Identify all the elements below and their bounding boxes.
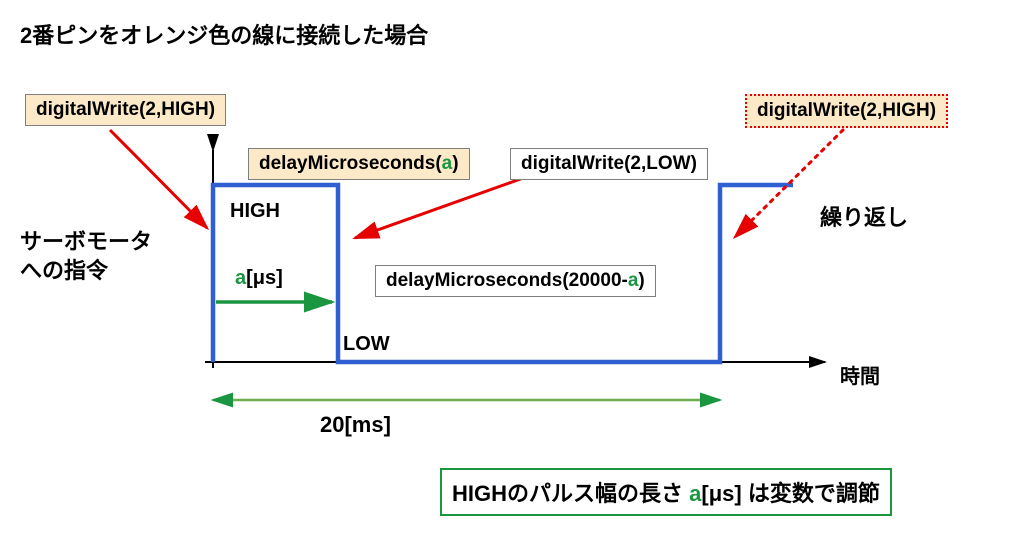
code-text: digitalWrite(2,HIGH) [757, 100, 936, 121]
label-time-axis: 時間 [840, 360, 880, 389]
summary-unit: [μs] [701, 481, 741, 506]
arrow-write-high [110, 130, 207, 228]
code-text-prefix: delayMicroseconds(20000- [386, 270, 628, 291]
box-write-high: digitalWrite(2,HIGH) [25, 94, 226, 126]
code-text-suffix: ) [452, 153, 458, 174]
box-delay-a: delayMicroseconds(a) [248, 148, 470, 180]
code-text-prefix: delayMicroseconds( [259, 153, 442, 174]
page-title: 2番ピンをオレンジ色の線に接続した場合 [20, 18, 428, 50]
code-text: digitalWrite(2,LOW) [521, 153, 697, 174]
code-text-var: a [628, 270, 639, 291]
box-delay-rest: delayMicroseconds(20000-a) [375, 265, 656, 297]
summary-var: a [689, 481, 701, 506]
var: a [235, 267, 246, 289]
code-text-suffix: ) [638, 270, 644, 291]
summary-prefix: HIGHのパルス幅の長さ [452, 481, 689, 506]
label-high: HIGH [230, 200, 280, 223]
label-pulse-width: a[μs] [235, 267, 283, 290]
label-low: LOW [343, 333, 390, 356]
box-write-high-repeat: digitalWrite(2,HIGH) [745, 94, 948, 128]
summary-suffix: は変数で調節 [742, 481, 880, 506]
label-repeat: 繰り返し [820, 200, 908, 232]
label-servo: サーボモータ への指令 [20, 228, 152, 285]
servo-line2: への指令 [20, 257, 152, 286]
unit: [μs] [246, 267, 283, 289]
box-write-low: digitalWrite(2,LOW) [510, 148, 708, 180]
code-text-var: a [442, 153, 453, 174]
servo-line1: サーボモータ [20, 228, 152, 257]
arrow-write-low [355, 172, 540, 238]
label-period: 20[ms] [320, 412, 391, 438]
summary-box: HIGHのパルス幅の長さ a[μs] は変数で調節 [440, 468, 892, 516]
code-text: digitalWrite(2,HIGH) [36, 99, 215, 120]
